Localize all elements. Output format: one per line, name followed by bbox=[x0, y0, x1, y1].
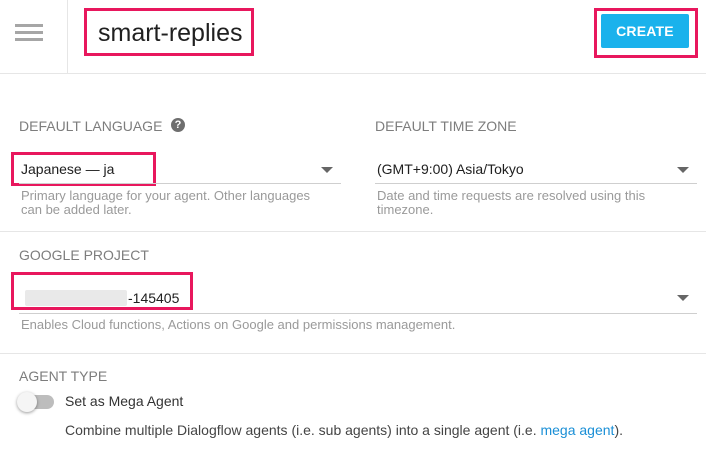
app-header: smart-replies CREATE bbox=[0, 0, 706, 74]
google-project-select[interactable]: -145405 bbox=[128, 290, 179, 306]
time-zone-underline bbox=[375, 183, 697, 184]
mega-agent-link[interactable]: mega agent bbox=[540, 422, 614, 438]
language-hint: Primary language for your agent. Other l… bbox=[21, 188, 311, 217]
project-chevron-down-icon[interactable] bbox=[677, 295, 689, 301]
help-icon[interactable]: ? bbox=[171, 118, 185, 132]
section-divider bbox=[0, 353, 706, 354]
google-project-label: GOOGLE PROJECT bbox=[19, 247, 149, 263]
mega-agent-toggle-label: Set as Mega Agent bbox=[65, 393, 184, 409]
language-chevron-down-icon[interactable] bbox=[321, 167, 333, 173]
project-underline bbox=[19, 313, 697, 314]
description-text: Combine multiple Dialogflow agents (i.e.… bbox=[65, 422, 541, 438]
default-language-select[interactable]: Japanese — ja bbox=[21, 161, 114, 177]
mega-agent-toggle-thumb[interactable] bbox=[17, 392, 37, 412]
agent-name-input[interactable]: smart-replies bbox=[98, 19, 242, 48]
time-zone-chevron-down-icon[interactable] bbox=[677, 167, 689, 173]
mega-agent-description: Combine multiple Dialogflow agents (i.e.… bbox=[65, 422, 623, 438]
description-end: ). bbox=[614, 422, 623, 438]
create-button[interactable]: CREATE bbox=[601, 14, 689, 48]
section-divider bbox=[0, 231, 706, 232]
project-hint: Enables Cloud functions, Actions on Goog… bbox=[21, 317, 456, 332]
time-zone-select[interactable]: (GMT+9:00) Asia/Tokyo bbox=[377, 161, 524, 177]
hamburger-menu-icon[interactable] bbox=[0, 0, 68, 73]
time-zone-label: DEFAULT TIME ZONE bbox=[375, 118, 517, 134]
agent-type-label: AGENT TYPE bbox=[19, 368, 108, 384]
redacted-project-id bbox=[25, 290, 127, 306]
language-underline bbox=[19, 183, 341, 184]
time-zone-hint: Date and time requests are resolved usin… bbox=[377, 188, 646, 217]
default-language-label: DEFAULT LANGUAGE bbox=[19, 118, 163, 134]
